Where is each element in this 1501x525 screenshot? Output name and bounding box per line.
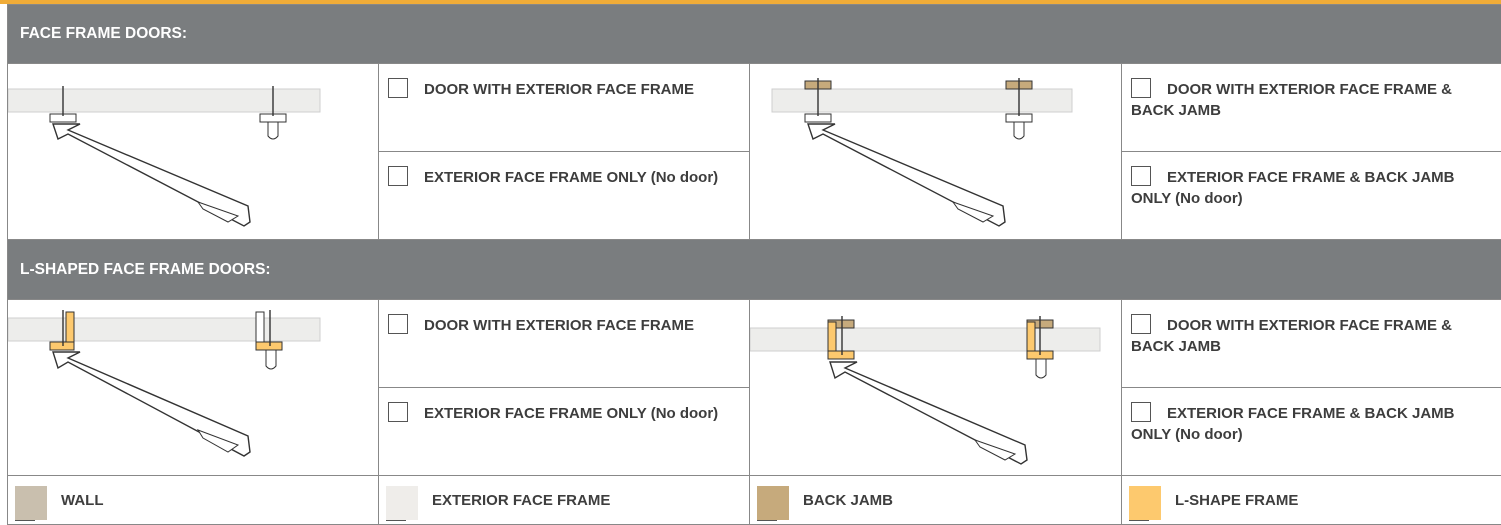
- option-l-shaped-backjamb-door[interactable]: DOOR WITH EXTERIOR FACE FRAME & BACK JAM…: [1122, 300, 1501, 388]
- l-shaped-door-diagram: [8, 300, 379, 476]
- option-face-frame-door[interactable]: DOOR WITH EXTERIOR FACE FRAME: [379, 64, 750, 152]
- checkbox[interactable]: [388, 78, 408, 98]
- face-frame-door-diagram: [8, 64, 379, 240]
- option-l-shaped-backjamb-only[interactable]: EXTERIOR FACE FRAME & BACK JAMB ONLY (No…: [1122, 388, 1501, 476]
- checkbox[interactable]: [1131, 314, 1151, 334]
- checkbox[interactable]: [1131, 402, 1151, 422]
- door-options-form: FACE FRAME DOORS: DOOR WITH EXTERIOR FAC…: [7, 4, 1501, 525]
- legend-exterior-face-frame: EXTERIOR FACE FRAME: [379, 476, 750, 525]
- option-l-shaped-door[interactable]: DOOR WITH EXTERIOR FACE FRAME: [379, 300, 750, 388]
- option-face-frame-backjamb-only[interactable]: EXTERIOR FACE FRAME & BACK JAMB ONLY (No…: [1122, 152, 1501, 240]
- checkbox[interactable]: [388, 166, 408, 186]
- legend-swatch: [15, 486, 47, 521]
- legend-wall: WALL: [8, 476, 379, 525]
- section-header-l-shaped: L-SHAPED FACE FRAME DOORS:: [8, 240, 1501, 300]
- legend-swatch: [1129, 486, 1161, 521]
- checkbox[interactable]: [1131, 166, 1151, 186]
- checkbox[interactable]: [388, 402, 408, 422]
- section-header-face-frame: FACE FRAME DOORS:: [8, 5, 1501, 64]
- legend-swatch: [757, 486, 789, 521]
- option-face-frame-backjamb-door[interactable]: DOOR WITH EXTERIOR FACE FRAME & BACK JAM…: [1122, 64, 1501, 152]
- checkbox[interactable]: [388, 314, 408, 334]
- legend-swatch: [386, 486, 418, 521]
- option-l-shaped-frame-only[interactable]: EXTERIOR FACE FRAME ONLY (No door): [379, 388, 750, 476]
- legend-l-shape-frame: L-SHAPE FRAME: [1122, 476, 1501, 525]
- legend-back-jamb: BACK JAMB: [750, 476, 1122, 525]
- l-shaped-backjamb-diagram: [750, 300, 1122, 476]
- option-face-frame-only[interactable]: EXTERIOR FACE FRAME ONLY (No door): [379, 152, 750, 240]
- checkbox[interactable]: [1131, 78, 1151, 98]
- face-frame-backjamb-diagram: [750, 64, 1122, 240]
